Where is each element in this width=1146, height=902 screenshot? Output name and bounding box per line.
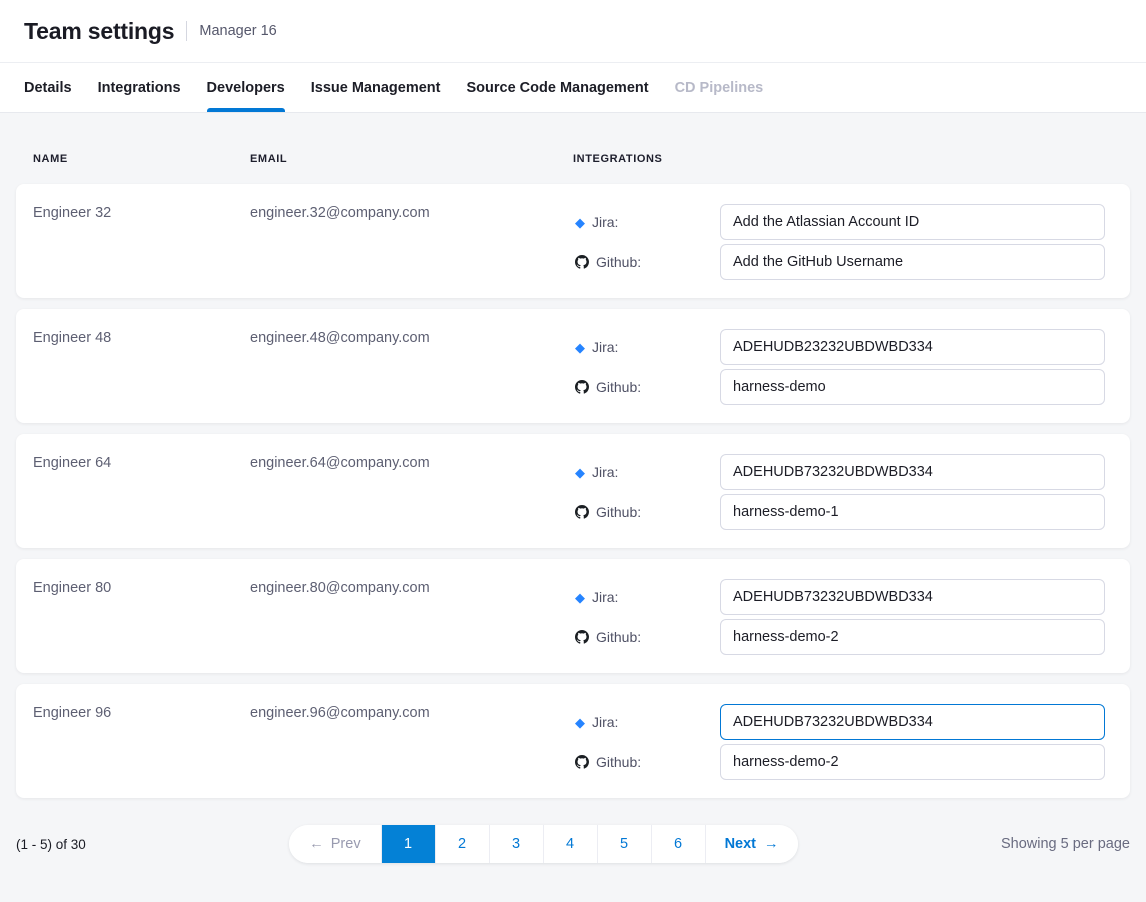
page-button-6[interactable]: 6 — [651, 825, 705, 863]
prev-label: Prev — [331, 836, 361, 852]
jira-icon: ◆ — [575, 341, 585, 354]
page-subtitle: Manager 16 — [199, 23, 276, 39]
table-row: Engineer 80 engineer.80@company.com ◆ Ji… — [16, 559, 1130, 673]
table-row: Engineer 48 engineer.48@company.com ◆ Ji… — [16, 309, 1130, 423]
next-page-button[interactable]: Next → — [705, 825, 798, 863]
per-page-label: Showing 5 per page — [1001, 836, 1130, 852]
github-icon — [575, 630, 589, 644]
page-button-4[interactable]: 4 — [543, 825, 597, 863]
github-username-input[interactable] — [720, 244, 1105, 280]
github-username-input[interactable] — [720, 369, 1105, 405]
title-divider — [186, 21, 187, 41]
developer-name: Engineer 32 — [33, 204, 111, 221]
jira-id-input-focused[interactable] — [720, 704, 1105, 740]
jira-label: Jira: — [592, 339, 618, 355]
arrow-left-icon: ← — [309, 836, 324, 852]
jira-label: Jira: — [592, 589, 618, 605]
page-button-2[interactable]: 2 — [435, 825, 489, 863]
table-header: NAME EMAIL INTEGRATIONS — [16, 153, 1130, 165]
column-header-name: NAME — [33, 153, 250, 165]
page-button-3[interactable]: 3 — [489, 825, 543, 863]
jira-id-input[interactable] — [720, 329, 1105, 365]
developer-email: engineer.96@company.com — [250, 704, 430, 721]
jira-label: Jira: — [592, 464, 618, 480]
github-label: Github: — [596, 254, 641, 270]
page-title: Team settings — [24, 18, 174, 45]
next-label: Next — [725, 836, 756, 852]
github-label: Github: — [596, 504, 641, 520]
column-header-email: EMAIL — [250, 153, 573, 165]
page-header: Team settings Manager 16 — [0, 0, 1146, 62]
jira-icon: ◆ — [575, 591, 585, 604]
tab-source-code-management[interactable]: Source Code Management — [466, 63, 648, 112]
tab-cd-pipelines: CD Pipelines — [675, 63, 764, 112]
tab-bar: Details Integrations Developers Issue Ma… — [0, 62, 1146, 113]
github-label: Github: — [596, 379, 641, 395]
github-label: Github: — [596, 754, 641, 770]
pagination-range: (1 - 5) of 30 — [16, 837, 86, 852]
jira-id-input[interactable] — [720, 204, 1105, 240]
developer-name: Engineer 48 — [33, 329, 111, 346]
jira-id-input[interactable] — [720, 454, 1105, 490]
github-username-input[interactable] — [720, 744, 1105, 780]
pager: ← Prev 1 2 3 4 5 6 Next → — [289, 825, 797, 863]
jira-icon: ◆ — [575, 216, 585, 229]
developer-email: engineer.64@company.com — [250, 454, 430, 471]
github-username-input[interactable] — [720, 494, 1105, 530]
pagination-bar: (1 - 5) of 30 ← Prev 1 2 3 4 5 6 Next → … — [0, 825, 1146, 863]
jira-label: Jira: — [592, 714, 618, 730]
tab-integrations[interactable]: Integrations — [98, 63, 181, 112]
developer-name: Engineer 80 — [33, 579, 111, 596]
table-row: Engineer 32 engineer.32@company.com ◆ Ji… — [16, 184, 1130, 298]
github-icon — [575, 380, 589, 394]
github-icon — [575, 255, 589, 269]
tab-details[interactable]: Details — [24, 63, 72, 112]
page-button-1[interactable]: 1 — [381, 825, 435, 863]
prev-page-button[interactable]: ← Prev — [289, 825, 380, 863]
table-row: Engineer 64 engineer.64@company.com ◆ Ji… — [16, 434, 1130, 548]
github-label: Github: — [596, 629, 641, 645]
developer-name: Engineer 96 — [33, 704, 111, 721]
github-icon — [575, 505, 589, 519]
table-row: Engineer 96 engineer.96@company.com ◆ Ji… — [16, 684, 1130, 798]
tab-developers[interactable]: Developers — [207, 63, 285, 112]
jira-icon: ◆ — [575, 716, 585, 729]
developers-panel: NAME EMAIL INTEGRATIONS Engineer 32 engi… — [0, 113, 1146, 863]
tab-issue-management[interactable]: Issue Management — [311, 63, 441, 112]
developer-email: engineer.32@company.com — [250, 204, 430, 221]
github-username-input[interactable] — [720, 619, 1105, 655]
developer-email: engineer.80@company.com — [250, 579, 430, 596]
developer-email: engineer.48@company.com — [250, 329, 430, 346]
page-button-5[interactable]: 5 — [597, 825, 651, 863]
jira-id-input[interactable] — [720, 579, 1105, 615]
github-icon — [575, 755, 589, 769]
jira-label: Jira: — [592, 214, 618, 230]
developer-name: Engineer 64 — [33, 454, 111, 471]
arrow-right-icon: → — [764, 836, 779, 852]
column-header-integrations: INTEGRATIONS — [573, 153, 1130, 165]
jira-icon: ◆ — [575, 466, 585, 479]
